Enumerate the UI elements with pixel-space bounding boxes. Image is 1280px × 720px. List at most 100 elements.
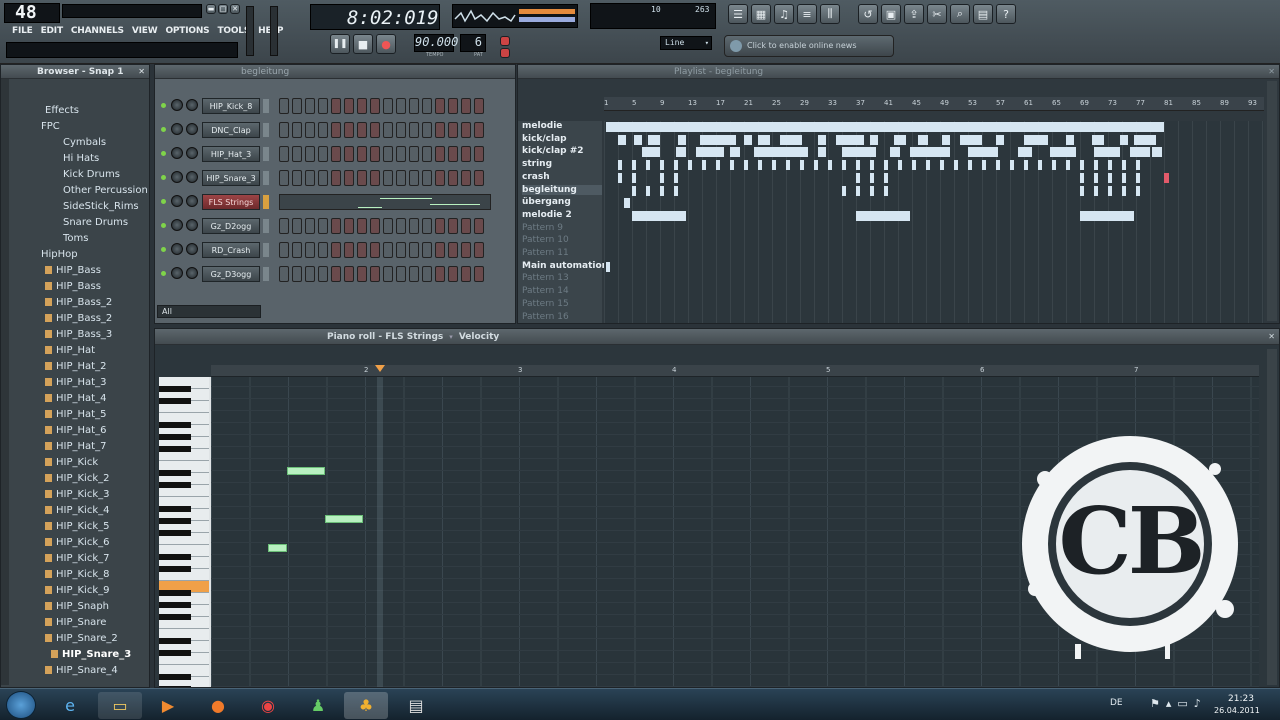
close-icon[interactable]: ✕ [138, 67, 145, 76]
playlist-pattern-block[interactable] [646, 160, 650, 171]
step-button[interactable] [344, 266, 354, 282]
step-button[interactable] [370, 266, 380, 282]
playlist-pattern-block[interactable] [744, 134, 752, 145]
playlist-pattern-block[interactable] [786, 160, 790, 171]
browser-sample[interactable]: HIP_Kick_4 [45, 505, 110, 516]
step-button[interactable] [292, 98, 302, 114]
step-button[interactable] [448, 218, 458, 234]
save-icon[interactable]: ▣ [881, 4, 901, 24]
browser-folder[interactable]: SideStick_Rims [63, 201, 139, 212]
playlist-pattern-block[interactable] [1152, 147, 1162, 158]
playlist-track-name[interactable]: Pattern 14 [522, 286, 569, 296]
playlist-pattern-block[interactable] [1080, 210, 1134, 221]
piano-black-key[interactable] [159, 674, 191, 680]
step-button[interactable] [370, 218, 380, 234]
step-button[interactable] [318, 122, 328, 138]
playlist-pattern-block[interactable] [618, 134, 626, 145]
note[interactable] [287, 467, 325, 475]
step-button[interactable] [474, 170, 484, 186]
step-button[interactable] [448, 242, 458, 258]
playlist-pattern-block[interactable] [982, 160, 986, 171]
pan-knob[interactable] [171, 267, 183, 279]
step-button[interactable] [318, 98, 328, 114]
playlist-track-name[interactable]: übergang [522, 197, 571, 207]
playlist-pattern-block[interactable] [856, 172, 860, 183]
browser-folder[interactable]: Effects [45, 105, 79, 116]
step-button[interactable] [305, 218, 315, 234]
volume-knob[interactable] [186, 243, 198, 255]
playlist-pattern-block[interactable] [1134, 134, 1156, 145]
step-button[interactable] [383, 122, 393, 138]
step-button[interactable] [409, 98, 419, 114]
playlist-pattern-block[interactable] [730, 160, 734, 171]
step-button[interactable] [422, 218, 432, 234]
playlist-pattern-block[interactable] [890, 147, 900, 158]
step-sequencer-icon[interactable]: ▦ [751, 4, 771, 24]
explorer-icon[interactable]: ▭ [98, 692, 142, 719]
channel-select-indicator[interactable] [263, 195, 269, 209]
channel-mute-led[interactable] [161, 103, 166, 108]
channel-mute-led[interactable] [161, 151, 166, 156]
step-button[interactable] [331, 266, 341, 282]
playlist-pattern-block[interactable] [842, 147, 876, 158]
piano-black-key[interactable] [159, 650, 191, 656]
piano-black-key[interactable] [159, 638, 191, 644]
step-button[interactable] [292, 122, 302, 138]
playlist-grid[interactable] [604, 121, 1264, 323]
channel-name-button[interactable]: Gz_D2ogg [202, 218, 260, 234]
playlist-track-name[interactable]: Main automation [522, 261, 608, 271]
piano-roll-scrollbar[interactable] [1267, 349, 1277, 685]
fl-studio-icon[interactable]: ♣ [344, 692, 388, 719]
playlist-track-name[interactable]: Pattern 16 [522, 312, 569, 322]
step-button[interactable] [318, 218, 328, 234]
rec-mode-icon[interactable] [500, 36, 510, 46]
playlist-pattern-block[interactable] [646, 185, 650, 196]
channel-name-button[interactable]: HIP_Snare_3 [202, 170, 260, 186]
step-button[interactable] [461, 170, 471, 186]
playlist-pattern-block[interactable] [1136, 185, 1140, 196]
playlist-track-name[interactable]: Pattern 9 [522, 223, 563, 233]
playlist-pattern-block[interactable] [1108, 172, 1112, 183]
playlist-pattern-block[interactable] [1092, 134, 1104, 145]
step-button[interactable] [305, 98, 315, 114]
step-button[interactable] [292, 146, 302, 162]
browser-sample[interactable]: HIP_Bass_3 [45, 329, 112, 340]
pan-knob[interactable] [171, 195, 183, 207]
channel-select-indicator[interactable] [263, 267, 269, 281]
browser-sample[interactable]: HIP_Kick_7 [45, 553, 110, 564]
channel-mute-led[interactable] [161, 247, 166, 252]
clock-date[interactable]: 26.04.2011 [1214, 706, 1260, 715]
playlist-pattern-block[interactable] [688, 160, 692, 171]
playlist-pattern-block[interactable] [954, 160, 958, 171]
clock-time[interactable]: 21:23 [1228, 694, 1254, 704]
piano-black-key[interactable] [159, 518, 191, 524]
volume-knob[interactable] [186, 99, 198, 111]
browser-folder[interactable]: Hi Hats [63, 153, 99, 164]
tray-icons[interactable]: ⚑▴▭♪ [1150, 697, 1207, 710]
step-button[interactable] [435, 218, 445, 234]
step-button[interactable] [279, 98, 289, 114]
step-button[interactable] [370, 98, 380, 114]
browser-sample[interactable]: HIP_Bass_2 [45, 313, 112, 324]
playlist-pattern-block[interactable] [660, 160, 664, 171]
step-button[interactable] [396, 170, 406, 186]
loop-icon[interactable] [500, 48, 510, 58]
playlist-pattern-block[interactable] [842, 160, 846, 171]
step-button[interactable] [448, 98, 458, 114]
step-button[interactable] [396, 218, 406, 234]
step-button[interactable] [409, 122, 419, 138]
browser-folder[interactable]: Kick Drums [63, 169, 120, 180]
browser-sample[interactable]: HIP_Hat_4 [45, 393, 106, 404]
step-button[interactable] [279, 122, 289, 138]
playlist-pattern-block[interactable] [1094, 147, 1120, 158]
playlist-pattern-block[interactable] [648, 134, 660, 145]
channel-select-indicator[interactable] [263, 219, 269, 233]
start-button[interactable] [6, 691, 36, 719]
chrome-icon[interactable]: ◉ [246, 692, 290, 719]
playlist-track-name[interactable]: Pattern 11 [522, 248, 569, 258]
browser-sample[interactable]: HIP_Bass_2 [45, 297, 112, 308]
step-button[interactable] [344, 170, 354, 186]
step-button[interactable] [474, 266, 484, 282]
playlist-pattern-block[interactable] [772, 160, 776, 171]
browser-sample[interactable]: HIP_Hat_6 [45, 425, 106, 436]
